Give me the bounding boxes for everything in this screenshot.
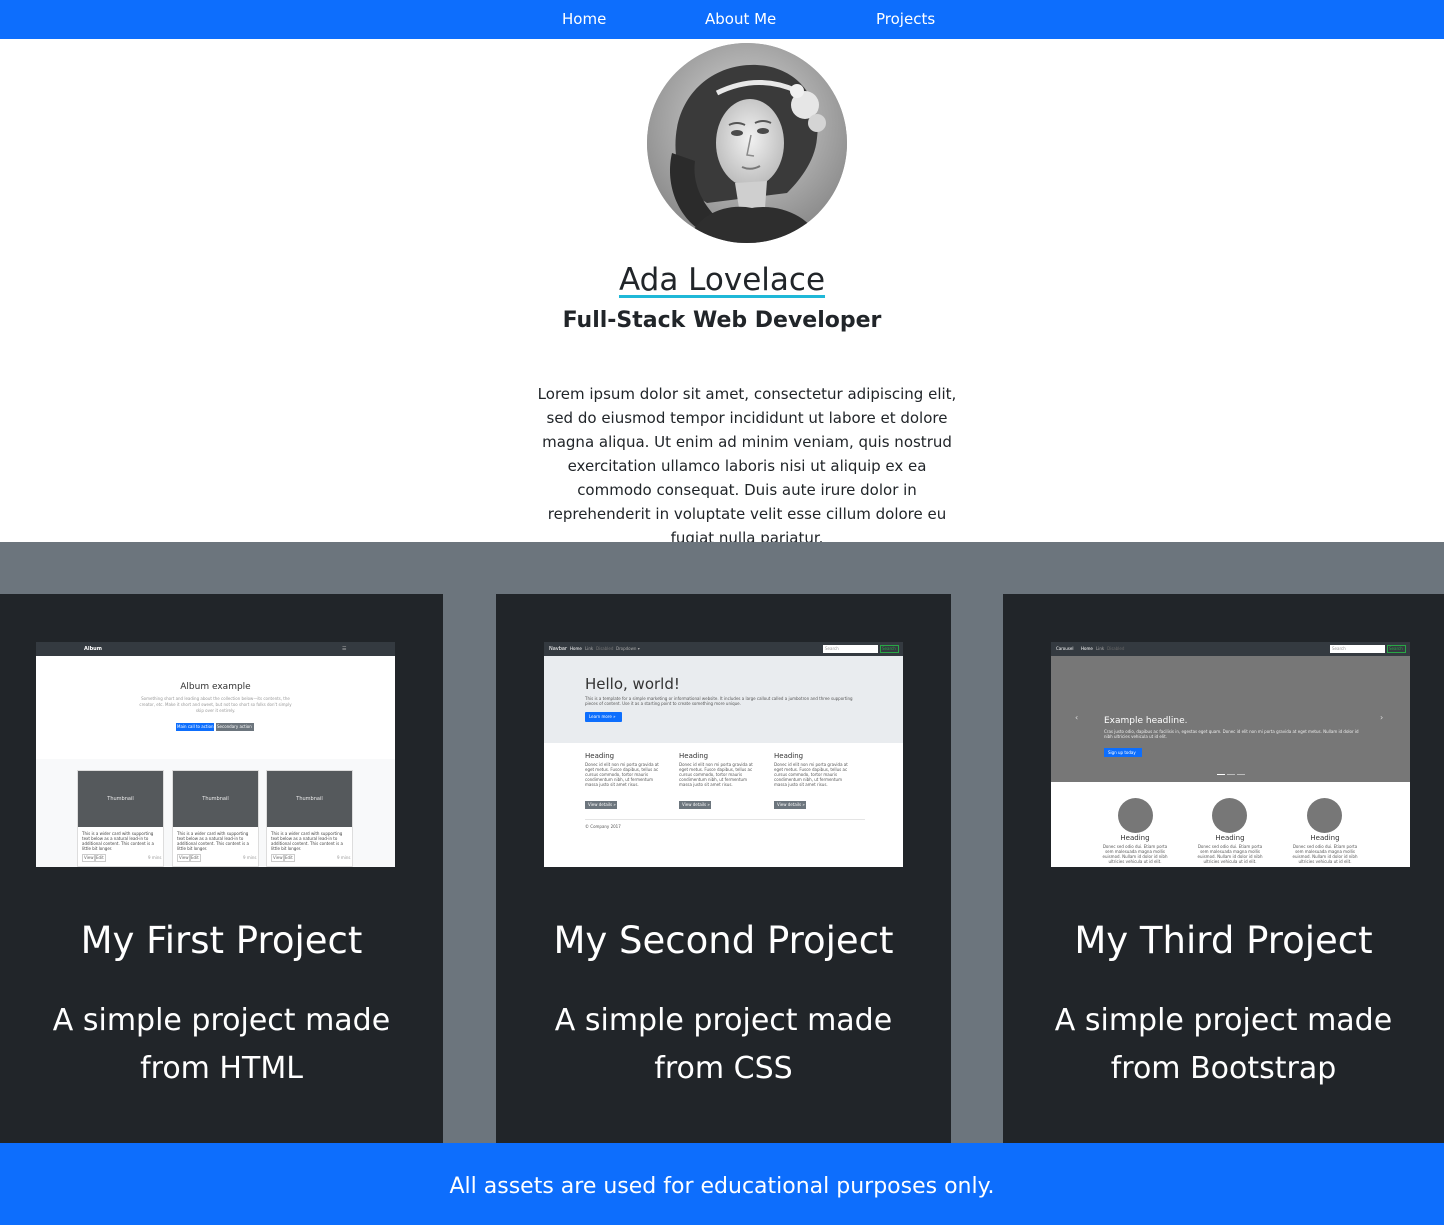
thumb-details-label: View details » — [777, 802, 805, 807]
thumb-edit-button: Edit — [189, 854, 201, 862]
project-title: My Third Project — [1074, 919, 1373, 962]
thumb-column-heading: Heading — [585, 752, 615, 760]
thumb-brand: Album — [84, 646, 102, 652]
thumb-search-placeholder: Search — [825, 646, 839, 651]
nav-link-projects[interactable]: Projects — [876, 0, 935, 39]
thumb-column: Heading Donec id elit non mi porta gravi… — [585, 752, 670, 822]
footer-text: All assets are used for educational purp… — [449, 1174, 995, 1199]
thumb-column-text: Donec id elit non mi porta gravida at eg… — [585, 762, 659, 787]
thumb-primary-button-label: Main call to action — [177, 724, 214, 729]
profile-avatar — [647, 43, 847, 243]
thumb-nav-link: Link — [585, 646, 594, 651]
thumb-search-button-label: Search — [1389, 646, 1403, 651]
thumb-column: Heading Donec id elit non mi porta gravi… — [679, 752, 764, 822]
chevron-left-icon: ‹ — [1075, 713, 1079, 722]
project-card-first: Album ☰ Album example Something short an… — [0, 594, 443, 1143]
top-navbar: Home About Me Projects — [0, 0, 1444, 39]
thumb-cta-label: Sign up today — [1108, 750, 1136, 755]
thumb-search-button-label: Search — [882, 646, 896, 651]
thumb-nav-link: Disabled — [596, 646, 614, 651]
projects-section: Album ☰ Album example Something short an… — [0, 542, 1444, 1143]
thumb-column-heading: Heading — [774, 752, 804, 760]
project-description: A simple project made from CSS — [554, 1003, 893, 1086]
thumb-lead: This is a template for a simple marketin… — [585, 696, 853, 706]
thumb-feature-circle — [1212, 798, 1247, 833]
thumb-feature-circle — [1118, 798, 1153, 833]
thumb-nav-link: Link — [1096, 646, 1105, 651]
thumb-footer: © Company 2017 — [585, 824, 621, 829]
thumb-indicator — [1227, 774, 1235, 775]
thumb-feature-heading: Heading — [1120, 834, 1150, 842]
nav-link-home[interactable]: Home — [562, 0, 606, 39]
profile-name-link[interactable]: Ada Lovelace — [619, 262, 825, 298]
thumb-headline: Example headline. — [1104, 716, 1188, 726]
project-card-second: Navbar Home Link Disabled Dropdown ▾ Sea… — [496, 594, 951, 1143]
nav-link-about-me[interactable]: About Me — [705, 0, 776, 39]
thumb-feature-text: Donec sed odio dui. Etiam porta sem male… — [1102, 844, 1168, 864]
thumb-brand: Navbar — [549, 646, 568, 652]
thumb-nav-link: Home — [570, 646, 582, 651]
thumb-edit-button: Edit — [94, 854, 106, 862]
thumb-column-text: Donec id elit non mi porta gravida at eg… — [774, 762, 848, 787]
thumb-album-card: Thumbnail This is a wider card with supp… — [266, 770, 353, 867]
page-footer: All assets are used for educational purp… — [0, 1143, 1444, 1225]
portrait-image — [647, 43, 847, 243]
thumb-time: 9 mins — [148, 855, 162, 860]
project-description: A simple project made from Bootstrap — [1054, 1003, 1393, 1086]
thumb-indicator — [1217, 774, 1225, 775]
project-title: My First Project — [80, 919, 363, 962]
thumb-indicator — [1237, 774, 1245, 775]
thumb-search-placeholder: Search — [1332, 646, 1346, 651]
thumb-card-text: This is a wider card with supporting tex… — [271, 831, 343, 851]
profile-name: Ada Lovelace — [0, 259, 1444, 301]
project-thumbnail-jumbotron[interactable]: Navbar Home Link Disabled Dropdown ▾ Sea… — [544, 642, 903, 867]
thumb-cta-label: Learn more » — [589, 714, 616, 719]
thumb-details-label: View details » — [682, 802, 710, 807]
thumb-time: 9 mins — [243, 855, 257, 860]
hamburger-icon: ☰ — [342, 646, 347, 652]
thumb-heading: Hello, world! — [585, 675, 680, 693]
thumb-feature: Heading Donec sed odio dui. Etiam porta … — [1290, 798, 1360, 867]
thumb-brand: Carousel — [1056, 646, 1074, 651]
thumb-card-label: Thumbnail — [202, 796, 229, 802]
thumb-card-text: This is a wider card with supporting tex… — [177, 831, 249, 851]
thumb-album-card: Thumbnail This is a wider card with supp… — [172, 770, 259, 867]
thumb-divider — [585, 819, 865, 820]
profile-role: Full-Stack Web Developer — [562, 308, 882, 333]
thumb-caption: Cras justo odio, dapibus ac facilisis in… — [1104, 729, 1359, 739]
thumb-feature-heading: Heading — [1310, 834, 1340, 842]
project-thumbnail-carousel[interactable]: Carousel Home Link Disabled Search Searc… — [1051, 642, 1410, 867]
thumb-secondary-button-label: Secondary action — [217, 724, 252, 729]
project-thumbnail-album[interactable]: Album ☰ Album example Something short an… — [36, 642, 395, 867]
thumb-card-label: Thumbnail — [296, 796, 323, 802]
thumb-feature-circle — [1307, 798, 1342, 833]
chevron-right-icon: › — [1380, 713, 1384, 722]
thumb-details-label: View details » — [588, 802, 616, 807]
thumb-column-text: Donec id elit non mi porta gravida at eg… — [679, 762, 753, 787]
profile-bio: Lorem ipsum dolor sit amet, consectetur … — [537, 385, 957, 547]
thumb-feature: Heading Donec sed odio dui. Etiam porta … — [1100, 798, 1170, 867]
thumb-time: 9 mins — [337, 855, 351, 860]
project-description: A simple project made from HTML — [52, 1003, 391, 1086]
thumb-nav-link: Home — [1081, 646, 1093, 651]
thumb-album-card: Thumbnail This is a wider card with supp… — [77, 770, 164, 867]
thumb-column: Heading Donec id elit non mi porta gravi… — [774, 752, 859, 822]
thumb-feature: Heading Donec sed odio dui. Etiam porta … — [1195, 798, 1265, 867]
thumb-feature-heading: Heading — [1215, 834, 1245, 842]
thumb-feature-text: Donec sed odio dui. Etiam porta sem male… — [1292, 844, 1358, 864]
project-card-third: Carousel Home Link Disabled Search Searc… — [1003, 594, 1444, 1143]
thumb-heading: Album example — [180, 682, 251, 692]
thumb-column-heading: Heading — [679, 752, 709, 760]
thumb-nav-link: Dropdown ▾ — [616, 646, 640, 651]
thumb-edit-button: Edit — [283, 854, 295, 862]
thumb-card-text: This is a wider card with supporting tex… — [82, 831, 154, 851]
project-title: My Second Project — [553, 919, 894, 962]
thumb-card-label: Thumbnail — [107, 796, 134, 802]
thumb-feature-text: Donec sed odio dui. Etiam porta sem male… — [1197, 844, 1263, 864]
thumb-lead: Something short and leading about the co… — [139, 696, 292, 713]
thumb-nav-link: Disabled — [1107, 646, 1125, 651]
